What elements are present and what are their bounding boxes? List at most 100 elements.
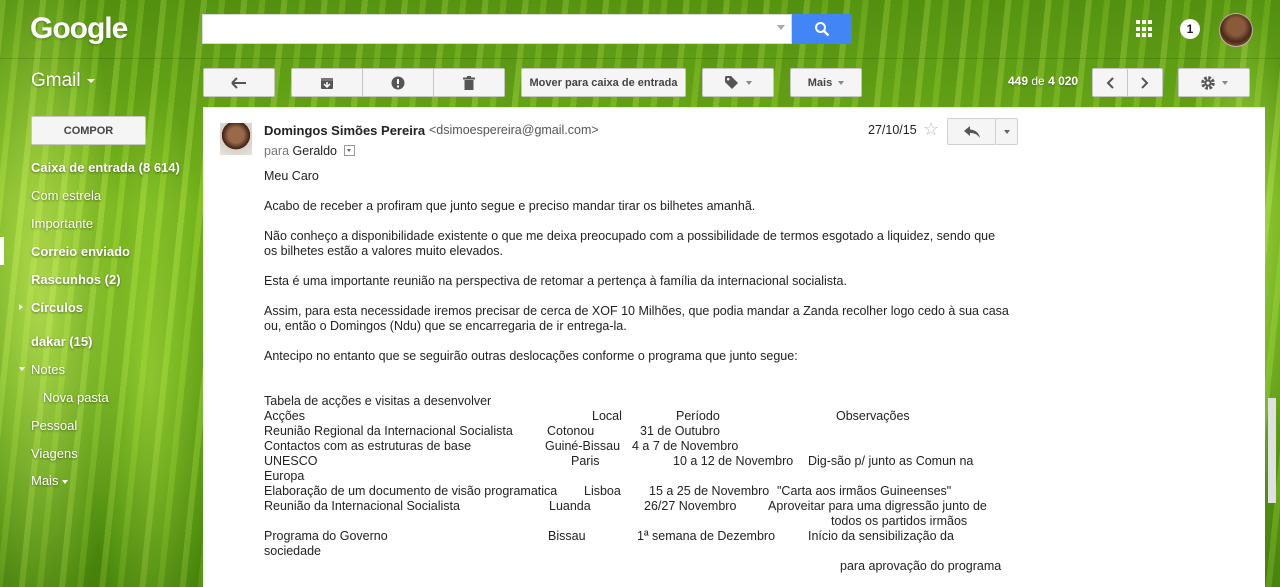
expand-arrow-icon[interactable] — [19, 304, 23, 310]
recipient-prefix: para — [264, 144, 290, 158]
sidebar-item-nova-pasta[interactable]: Nova pasta — [43, 390, 109, 405]
header-cell: Local — [592, 409, 622, 423]
selected-folder-marker — [0, 237, 4, 265]
chevron-down-icon — [86, 78, 95, 83]
table-cell: todos os partidos irmãos — [831, 514, 968, 528]
table-cell: UNESCO — [264, 454, 318, 468]
chevron-down-icon — [838, 80, 845, 85]
table-row: sociedade — [264, 544, 1024, 559]
sidebar-item-dakar[interactable]: dakar (15) — [31, 334, 92, 349]
sidebar-item-more-label: Mais — [31, 473, 59, 488]
sidebar-item-more[interactable]: Mais — [31, 473, 69, 488]
table-header-row: Acções Local Período Observações — [264, 409, 1024, 424]
sender-avatar[interactable] — [220, 123, 252, 155]
sender-email: <dsimoespereira@gmail.com> — [429, 123, 599, 137]
table-row: todos os partidos irmãos — [264, 514, 1024, 529]
body-paragraph: Esta é uma importante reunião na perspec… — [264, 274, 847, 288]
table-cell: Guiné-Bissau — [545, 439, 621, 453]
table-cell: Programa do Governo — [264, 529, 388, 543]
compose-button[interactable]: COMPOR — [31, 116, 146, 145]
body-paragraph: Meu Caro — [264, 169, 319, 183]
gmail-label: Gmail — [31, 70, 81, 91]
table-cell: Contactos com as estruturas de base — [264, 439, 472, 453]
table-cell: Elaboração de um documento de visão prog… — [264, 484, 558, 498]
search-input[interactable] — [202, 14, 792, 44]
sidebar-item-pessoal[interactable]: Pessoal — [31, 418, 77, 433]
sidebar-item-inbox[interactable]: Caixa de entrada (8 614) — [31, 160, 180, 175]
sidebar-item-starred[interactable]: Com estrela — [31, 188, 101, 203]
chevron-down-icon — [1003, 129, 1010, 134]
report-spam-button[interactable] — [362, 68, 434, 97]
table-title-text: Tabela de acções e visitas a desenvolver — [264, 394, 492, 408]
notifications-badge[interactable]: 1 — [1180, 19, 1200, 39]
search-button[interactable] — [792, 14, 852, 44]
newer-button[interactable] — [1092, 68, 1128, 97]
scrollbar-thumb[interactable] — [1268, 398, 1276, 503]
header-cell: Período — [676, 409, 720, 423]
table-cell: Luanda — [549, 499, 591, 513]
table-row: Elaboração de um documento de visão prog… — [264, 484, 1024, 499]
sidebar-item-circles[interactable]: Círculos — [19, 300, 84, 315]
table-cell: Bissau — [548, 529, 586, 543]
sidebar-item-notes[interactable]: Notes — [19, 362, 65, 377]
table-cell: 15 a 25 de Novembro — [649, 484, 770, 498]
older-button[interactable] — [1127, 68, 1163, 97]
archive-button[interactable] — [291, 68, 363, 97]
show-details-icon[interactable] — [344, 145, 356, 157]
google-logo[interactable]: Google — [30, 12, 128, 46]
table-cell: sociedade — [264, 544, 321, 558]
sidebar-item-viagens[interactable]: Viagens — [31, 446, 78, 461]
collapse-arrow-icon[interactable] — [19, 367, 25, 371]
sidebar-item-drafts[interactable]: Rascunhos (2) — [31, 272, 121, 287]
chevron-right-icon — [1141, 76, 1149, 89]
sidebar-item-sent[interactable]: Correio enviado — [31, 244, 130, 259]
pagination-info: 449 de 4 020 — [1008, 74, 1078, 88]
gear-icon — [1201, 75, 1215, 90]
arrow-left-icon — [231, 76, 246, 89]
table-cell: 31 de Outubro — [640, 424, 720, 438]
chevron-down-icon — [1222, 80, 1228, 85]
table-row: Reunião Regional da Internacional Social… — [264, 424, 1024, 439]
recipient-line: para Geraldo — [264, 144, 356, 158]
sidebar-item-circles-label: Círculos — [31, 300, 84, 315]
message-panel: Domingos Simões Pereira <dsimoespereira@… — [203, 107, 1265, 587]
header-divider — [0, 58, 1280, 59]
table-cell: Aproveitar para uma digressão junto de — [768, 499, 987, 513]
table-cell: Lisboa — [584, 484, 621, 498]
apps-grid-icon[interactable] — [1136, 20, 1154, 38]
panel-top-border — [203, 107, 1265, 108]
body-paragraph: Assim, para esta necessidade iremos prec… — [264, 304, 1009, 333]
more-actions-label: Mais — [807, 76, 833, 89]
delete-button[interactable] — [433, 68, 505, 97]
table-cell: Cotonou — [547, 424, 595, 438]
move-to-inbox-button[interactable]: Mover para caixa de entrada — [521, 68, 686, 97]
sidebar-item-important[interactable]: Importante — [31, 216, 93, 231]
reply-icon — [963, 125, 980, 138]
labels-button[interactable] — [702, 68, 774, 97]
table-cell: "Carta aos irmãos Guineenses" — [777, 484, 952, 498]
chevron-down-icon — [62, 479, 69, 484]
gmail-switcher[interactable]: Gmail — [31, 70, 95, 92]
message-more-button[interactable] — [995, 118, 1018, 145]
search-icon — [815, 22, 830, 37]
search-options-icon[interactable] — [777, 25, 785, 30]
message-body: Meu Caro Acabo de receber a profiram que… — [264, 169, 1009, 379]
spam-icon — [391, 76, 405, 89]
table-cell: 1ª semana de Dezembro — [637, 529, 776, 543]
account-avatar[interactable] — [1219, 13, 1253, 47]
star-icon[interactable]: ☆ — [923, 119, 939, 140]
message-date: 27/10/15 — [868, 123, 917, 137]
reply-button[interactable] — [947, 118, 996, 145]
pager-total: 4 020 — [1048, 74, 1079, 88]
table-cell: Europa — [264, 469, 305, 483]
more-actions-button[interactable]: Mais — [790, 68, 862, 97]
archive-icon — [321, 77, 333, 89]
table-cell: Reunião Regional da Internacional Social… — [264, 424, 513, 438]
sidebar-item-notes-label: Notes — [31, 362, 65, 377]
table-cell: para aprovação do programa — [840, 559, 1002, 573]
table-cell: Paris — [571, 454, 600, 468]
sender-name[interactable]: Domingos Simões Pereira — [264, 123, 425, 138]
settings-button[interactable] — [1178, 68, 1250, 97]
back-button[interactable] — [203, 68, 275, 97]
body-paragraph: Acabo de receber a profiram que junto se… — [264, 199, 756, 213]
